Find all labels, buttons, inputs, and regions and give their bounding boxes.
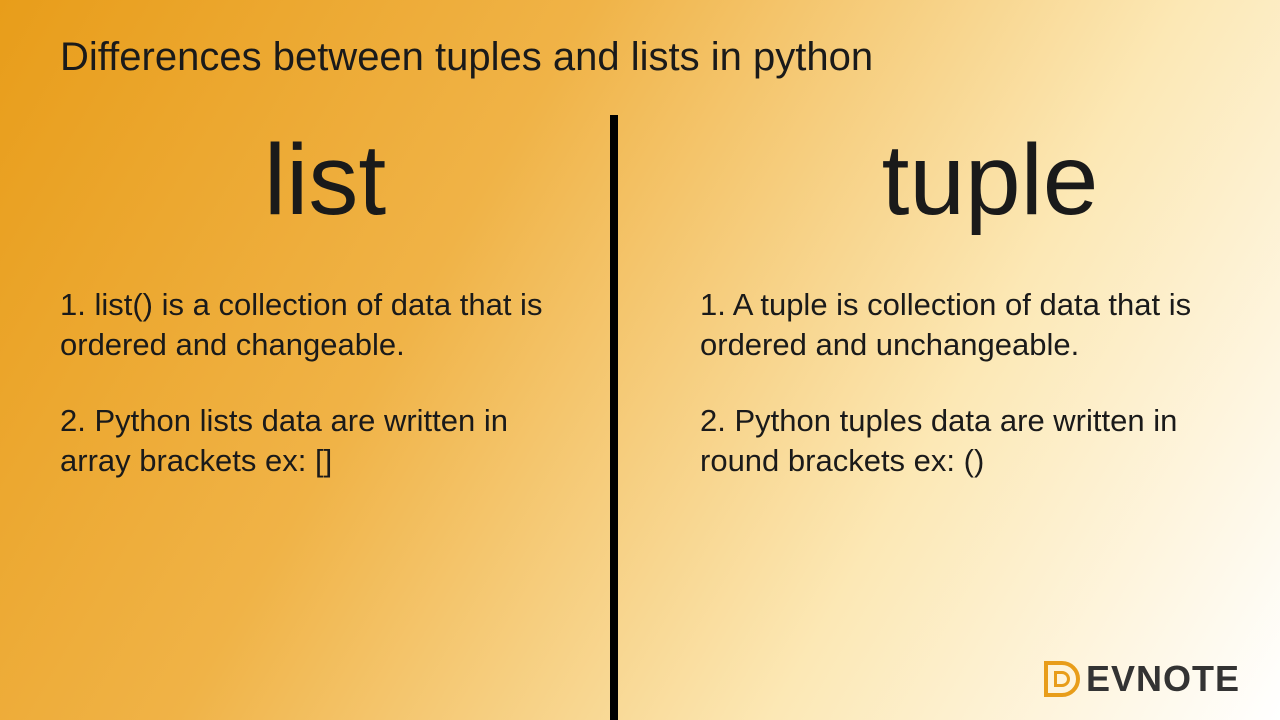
vertical-divider bbox=[610, 115, 618, 720]
logo-d-icon bbox=[1044, 661, 1080, 697]
page-title: Differences between tuples and lists in … bbox=[60, 35, 873, 80]
left-point-2: 2. Python lists data are written in arra… bbox=[60, 401, 560, 482]
logo-text: EVNOTE bbox=[1086, 658, 1240, 700]
right-point-1: 1. A tuple is collection of data that is… bbox=[700, 285, 1220, 366]
left-column: list 1. list() is a collection of data t… bbox=[60, 130, 560, 516]
right-column: tuple 1. A tuple is collection of data t… bbox=[700, 130, 1220, 516]
right-heading: tuple bbox=[700, 130, 1220, 230]
left-heading: list bbox=[60, 130, 560, 230]
left-point-1: 1. list() is a collection of data that i… bbox=[60, 285, 560, 366]
brand-logo: EVNOTE bbox=[1044, 658, 1240, 700]
right-point-2: 2. Python tuples data are written in rou… bbox=[700, 401, 1220, 482]
